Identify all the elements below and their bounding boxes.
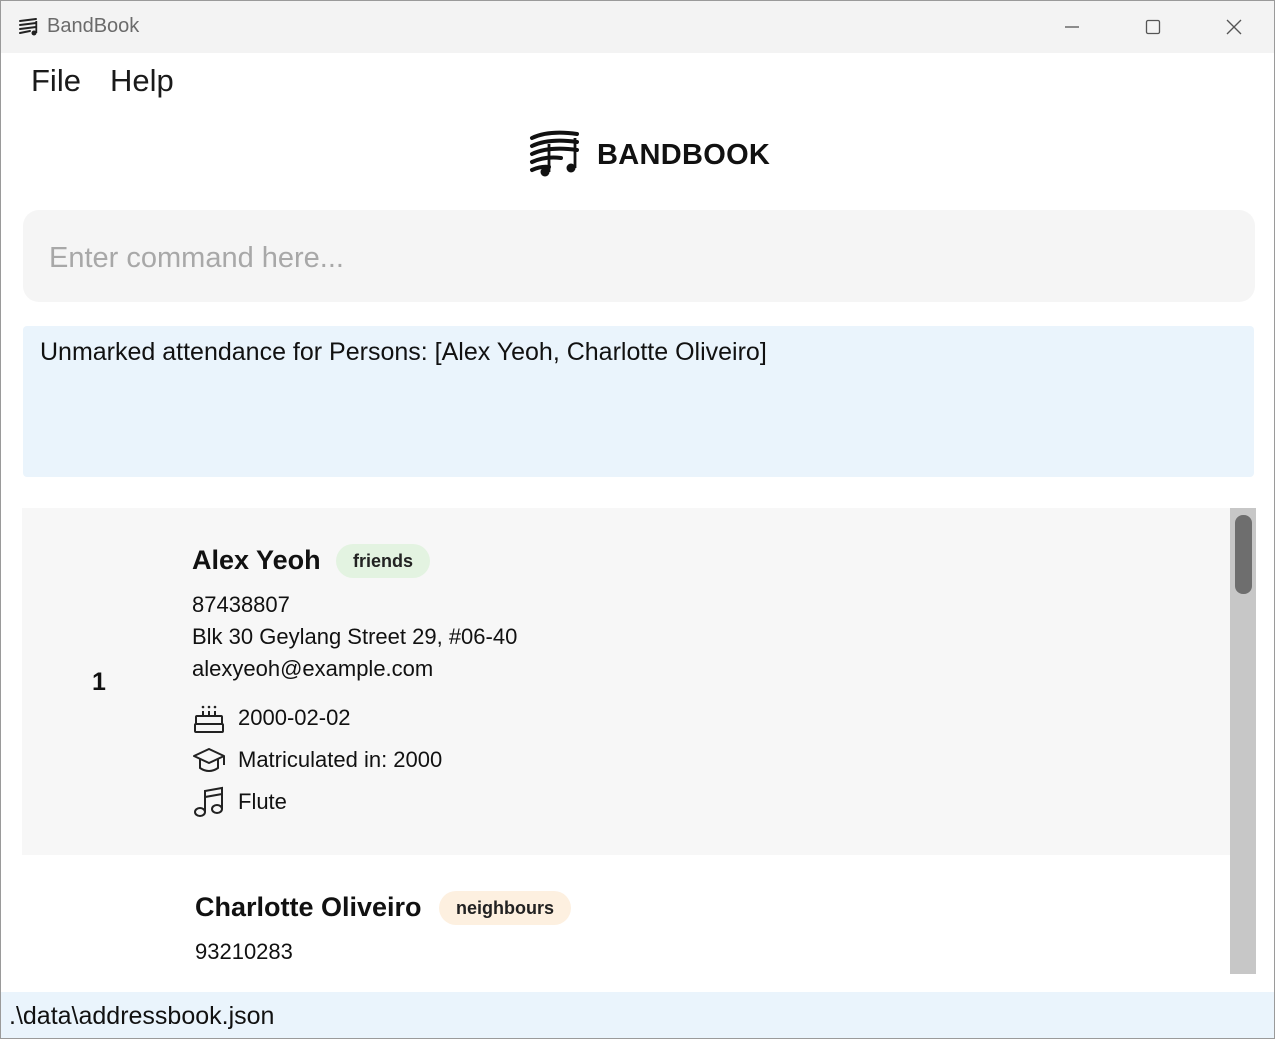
person-birthday: 2000-02-02	[238, 705, 351, 730]
minimize-icon	[1065, 26, 1079, 28]
close-button[interactable]	[1194, 1, 1274, 53]
person-phone: 93210283	[195, 939, 293, 964]
app-logo-icon	[19, 18, 38, 36]
result-message: Unmarked attendance for Persons: [Alex Y…	[40, 338, 767, 366]
command-input[interactable]	[49, 238, 1199, 278]
tag-badge: neighbours	[439, 891, 571, 925]
command-box	[23, 210, 1255, 302]
tag-badge: friends	[336, 544, 431, 578]
graduation-cap-icon	[193, 748, 225, 772]
app-brand-name: BANDBOOK	[597, 138, 771, 171]
minimize-button[interactable]	[1032, 1, 1112, 53]
music-note-icon	[194, 786, 223, 817]
scrollbar-thumb[interactable]	[1235, 515, 1252, 594]
maximize-icon	[1145, 19, 1161, 35]
title-bar[interactable]: BandBook	[1, 1, 1274, 53]
person-name: Alex Yeoh	[192, 545, 321, 575]
person-list[interactable]: 1 Alex Yeoh friends 87438807 Blk 30 Geyl…	[22, 508, 1256, 974]
menu-file[interactable]: File	[31, 63, 81, 99]
person-matriculation: Matriculated in: 2000	[238, 747, 443, 772]
person-address: Blk 30 Geylang Street 29, #06-40	[192, 624, 518, 649]
person-index: 1	[92, 668, 106, 696]
person-name: Charlotte Oliveiro	[195, 892, 422, 922]
person-instrument: Flute	[238, 789, 287, 814]
person-email: alexyeoh@example.com	[192, 656, 434, 681]
save-location-path: .\data\addressbook.json	[9, 1002, 275, 1030]
person-card[interactable]: Charlotte Oliveiro neighbours 93210283	[22, 855, 1230, 974]
bandbook-logo-icon	[530, 130, 579, 177]
menu-help[interactable]: Help	[110, 63, 174, 99]
result-display: Unmarked attendance for Persons: [Alex Y…	[23, 326, 1254, 477]
maximize-button[interactable]	[1113, 1, 1193, 53]
menu-bar: File Help	[1, 53, 1274, 111]
status-bar: .\data\addressbook.json	[1, 992, 1274, 1038]
app-window: BandBook File Help BANDBOOK Enter comman…	[0, 0, 1275, 1039]
window-title: BandBook	[47, 15, 140, 37]
person-card[interactable]: 1 Alex Yeoh friends 87438807 Blk 30 Geyl…	[22, 508, 1230, 855]
close-icon	[1226, 19, 1242, 35]
header-logo: BANDBOOK	[527, 125, 770, 185]
person-phone: 87438807	[192, 592, 290, 617]
birthday-cake-icon	[194, 705, 224, 733]
